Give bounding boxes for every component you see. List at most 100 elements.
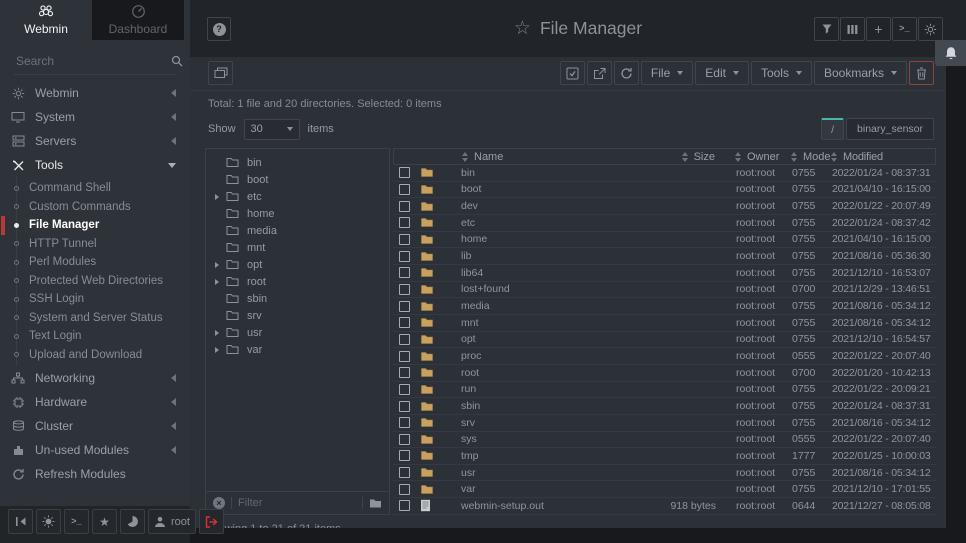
row-checkbox[interactable] bbox=[399, 201, 410, 212]
sidebar-subitem[interactable]: Perl Modules bbox=[17, 253, 190, 272]
column-header-mode[interactable]: Mode bbox=[781, 151, 827, 163]
tree-item[interactable]: usr bbox=[206, 324, 389, 341]
logout-button[interactable] bbox=[199, 509, 224, 534]
sidebar-subitem[interactable]: Text Login bbox=[17, 327, 190, 346]
row-checkbox[interactable] bbox=[399, 351, 410, 362]
file-row[interactable]: dev root:root 0755 2022/01/22 - 20:07:49 bbox=[393, 198, 936, 215]
clear-filter-icon[interactable]: × bbox=[213, 497, 225, 509]
sidebar-item-cluster[interactable]: Cluster bbox=[0, 414, 190, 438]
edit-menu-button[interactable]: Edit bbox=[695, 61, 749, 85]
stats-pie-button[interactable] bbox=[120, 509, 145, 534]
column-header-modified[interactable]: Modified bbox=[827, 151, 935, 163]
row-checkbox[interactable] bbox=[399, 284, 410, 295]
file-row[interactable]: run root:root 0755 2022/01/22 - 20:09:21 bbox=[393, 382, 936, 399]
row-checkbox[interactable] bbox=[399, 434, 410, 445]
row-checkbox[interactable] bbox=[399, 384, 410, 395]
sidebar-item-system[interactable]: System bbox=[0, 105, 190, 129]
column-header-name[interactable]: Name bbox=[450, 151, 589, 163]
tree-item[interactable]: srv bbox=[206, 307, 389, 324]
file-row[interactable]: lib root:root 0755 2021/08/16 - 05:36:30 bbox=[393, 248, 936, 265]
tab-webmin[interactable]: Webmin bbox=[0, 0, 92, 40]
sidebar-item-hardware[interactable]: Hardware bbox=[0, 390, 190, 414]
sidebar-item-webmin[interactable]: Webmin bbox=[0, 81, 190, 105]
file-row[interactable]: lib64 root:root 0755 2021/12/10 - 16:53:… bbox=[393, 265, 936, 282]
sidebar-item-servers[interactable]: Servers bbox=[0, 129, 190, 153]
search-input[interactable] bbox=[16, 54, 171, 68]
row-checkbox[interactable] bbox=[399, 467, 410, 478]
star-outline-icon[interactable]: ☆ bbox=[514, 17, 531, 40]
file-row[interactable]: usr root:root 0755 2021/08/16 - 05:34:12 bbox=[393, 465, 936, 482]
tree-item[interactable]: mnt bbox=[206, 239, 389, 256]
row-checkbox[interactable] bbox=[399, 417, 410, 428]
select-all-button[interactable] bbox=[560, 61, 585, 85]
page-size-select[interactable]: 30 bbox=[244, 119, 300, 140]
sidebar-item-networking[interactable]: Networking bbox=[0, 366, 190, 390]
path-segment-button[interactable]: binary_sensor bbox=[846, 118, 934, 140]
file-row[interactable]: etc root:root 0755 2022/01/24 - 08:37:42 bbox=[393, 215, 936, 232]
sidebar-subitem[interactable]: SSH Login bbox=[17, 290, 190, 309]
tab-dashboard[interactable]: Dashboard bbox=[92, 0, 184, 40]
tree-item[interactable]: root bbox=[206, 273, 389, 290]
file-row[interactable]: sbin root:root 0755 2022/01/24 - 08:37:3… bbox=[393, 398, 936, 415]
tree-item[interactable]: home bbox=[206, 205, 389, 222]
bookmarks-menu-button[interactable]: Bookmarks bbox=[814, 61, 907, 85]
sidebar-subitem[interactable]: Custom Commands bbox=[17, 198, 190, 217]
favorites-star-button[interactable]: ★ bbox=[92, 509, 117, 534]
sidebar-subitem[interactable]: File Manager bbox=[17, 216, 190, 235]
row-checkbox[interactable] bbox=[399, 500, 410, 511]
sidebar-item-tools[interactable]: Tools bbox=[0, 153, 190, 177]
tree-item[interactable]: opt bbox=[206, 256, 389, 273]
filter-button[interactable] bbox=[814, 17, 839, 41]
row-checkbox[interactable] bbox=[399, 267, 410, 278]
file-row[interactable]: opt root:root 0755 2021/12/10 - 16:54:57 bbox=[393, 332, 936, 349]
file-row[interactable]: media root:root 0755 2021/08/16 - 05:34:… bbox=[393, 298, 936, 315]
row-checkbox[interactable] bbox=[399, 450, 410, 461]
collapse-sidebar-button[interactable] bbox=[8, 509, 33, 534]
row-checkbox[interactable] bbox=[399, 251, 410, 262]
tree-item[interactable]: bin bbox=[206, 154, 389, 171]
add-button[interactable]: + bbox=[866, 17, 891, 41]
row-checkbox[interactable] bbox=[399, 317, 410, 328]
tree-item[interactable]: etc bbox=[206, 188, 389, 205]
file-row[interactable]: lost+found root:root 0700 2021/12/29 - 1… bbox=[393, 282, 936, 299]
column-header-owner[interactable]: Owner bbox=[719, 151, 781, 163]
file-row[interactable]: mnt root:root 0755 2021/08/16 - 05:34:12 bbox=[393, 315, 936, 332]
file-row[interactable]: boot root:root 0755 2021/04/10 - 16:15:0… bbox=[393, 182, 936, 199]
columns-button[interactable] bbox=[840, 17, 865, 41]
row-checkbox[interactable] bbox=[399, 301, 410, 312]
row-checkbox[interactable] bbox=[399, 217, 410, 228]
file-row[interactable]: srv root:root 0755 2021/08/16 - 05:34:12 bbox=[393, 415, 936, 432]
file-row[interactable]: home root:root 0755 2021/04/10 - 16:15:0… bbox=[393, 232, 936, 249]
tree-item[interactable]: sbin bbox=[206, 290, 389, 307]
settings-button[interactable] bbox=[918, 17, 943, 41]
sidebar-item-unused-modules[interactable]: Un-used Modules bbox=[0, 438, 190, 462]
row-checkbox[interactable] bbox=[399, 234, 410, 245]
terminal-button[interactable]: >_ bbox=[892, 17, 917, 41]
tools-menu-button[interactable]: Tools bbox=[751, 61, 812, 85]
file-row[interactable]: tmp root:root 1777 2022/01/25 - 10:00:03 bbox=[393, 448, 936, 465]
sidebar-subitem[interactable]: Command Shell bbox=[17, 179, 190, 198]
file-row[interactable]: proc root:root 0555 2022/01/22 - 20:07:4… bbox=[393, 348, 936, 365]
notifications-tab[interactable] bbox=[935, 40, 966, 66]
trash-button[interactable] bbox=[909, 61, 934, 85]
row-checkbox[interactable] bbox=[399, 484, 410, 495]
tree-item[interactable]: var bbox=[206, 341, 389, 358]
row-checkbox[interactable] bbox=[399, 401, 410, 412]
file-row[interactable]: root root:root 0700 2022/01/20 - 10:42:1… bbox=[393, 365, 936, 382]
tree-item[interactable]: boot bbox=[206, 171, 389, 188]
file-row[interactable]: var root:root 0755 2021/12/10 - 17:01:55 bbox=[393, 481, 936, 498]
file-menu-button[interactable]: File bbox=[641, 61, 693, 85]
sidebar-item-refresh-modules[interactable]: Refresh Modules bbox=[0, 462, 190, 486]
export-button[interactable] bbox=[587, 61, 612, 85]
sidebar-subitem[interactable]: Protected Web Directories bbox=[17, 272, 190, 291]
theme-sun-button[interactable] bbox=[36, 509, 61, 534]
row-checkbox[interactable] bbox=[399, 334, 410, 345]
row-checkbox[interactable] bbox=[399, 184, 410, 195]
path-root-button[interactable]: / bbox=[821, 118, 844, 140]
refresh-button[interactable] bbox=[614, 61, 639, 85]
sidebar-subitem[interactable]: HTTP Tunnel bbox=[17, 235, 190, 254]
sidebar-subitem[interactable]: System and Server Status bbox=[17, 309, 190, 328]
file-row[interactable]: webmin-setup.out 918 bytes root:root 064… bbox=[393, 498, 936, 515]
tree-filter-input[interactable] bbox=[238, 497, 356, 509]
tree-item[interactable]: media bbox=[206, 222, 389, 239]
